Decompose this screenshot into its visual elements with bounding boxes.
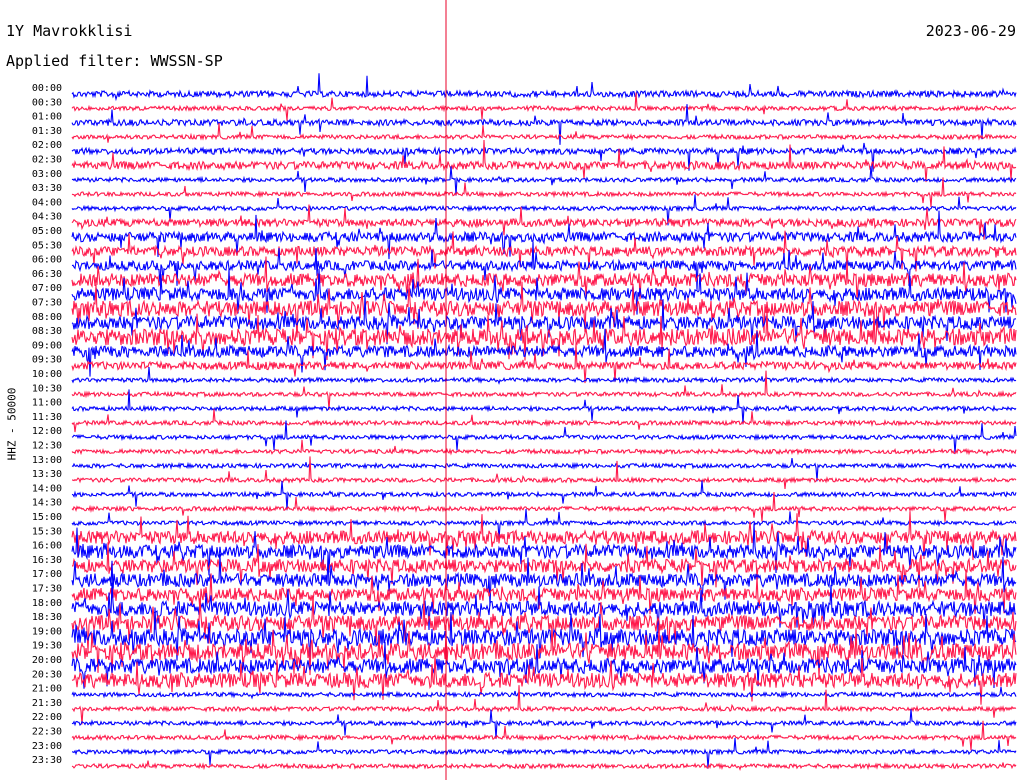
trace-line-1300	[71, 458, 1017, 482]
time-label-0600: 06:00	[32, 255, 62, 266]
time-label-2100: 21:00	[32, 684, 62, 695]
trace-line-2130	[71, 685, 1017, 725]
time-label-1800: 18:00	[32, 598, 62, 609]
trace-line-1900	[71, 607, 1017, 661]
time-label-0130: 01:30	[32, 126, 62, 137]
time-label-2230: 22:30	[32, 727, 62, 738]
time-label-0930: 09:30	[32, 355, 62, 366]
time-label-0400: 04:00	[32, 197, 62, 208]
trace-line-0000	[71, 73, 1017, 102]
time-label-0330: 03:30	[32, 183, 62, 194]
time-label-2300: 23:00	[32, 741, 62, 752]
time-label-1830: 18:30	[32, 612, 62, 623]
trace-line-2330	[71, 760, 1017, 771]
time-label-1700: 17:00	[32, 569, 62, 580]
time-label-0830: 08:30	[32, 326, 62, 337]
time-label-1500: 15:00	[32, 512, 62, 523]
time-label-0230: 02:30	[32, 155, 62, 166]
time-label-2030: 20:30	[32, 669, 62, 680]
trace-line-0330	[71, 177, 1017, 207]
time-label-1200: 12:00	[32, 426, 62, 437]
time-label-1400: 14:00	[32, 483, 62, 494]
time-label-1730: 17:30	[32, 584, 62, 595]
time-label-0430: 04:30	[32, 212, 62, 223]
time-label-1330: 13:30	[32, 469, 62, 480]
time-label-0730: 07:30	[32, 298, 62, 309]
trace-line-1130	[71, 408, 1017, 433]
time-label-2330: 23:30	[32, 755, 62, 766]
trace-line-2200	[71, 709, 1017, 740]
trace-line-2100	[71, 686, 1017, 700]
time-label-1600: 16:00	[32, 541, 62, 552]
time-label-2000: 20:00	[32, 655, 62, 666]
time-label-1300: 13:00	[32, 455, 62, 466]
trace-line-0230	[71, 139, 1017, 183]
time-label-0630: 06:30	[32, 269, 62, 280]
time-label-0700: 07:00	[32, 283, 62, 294]
trace-line-0130	[71, 122, 1017, 143]
trace-line-0300	[71, 165, 1017, 196]
trace-line-0030	[71, 92, 1017, 121]
time-label-0100: 01:00	[32, 112, 62, 123]
time-label-0200: 02:00	[32, 140, 62, 151]
trace-line-1030	[71, 370, 1017, 410]
trace-line-1230	[71, 439, 1017, 457]
time-label-2200: 22:00	[32, 712, 62, 723]
time-label-1430: 14:30	[32, 498, 62, 509]
time-label-group: 00:00 00:30 01:00 01:30 02:00 02:30 03:00 03:30…	[32, 83, 62, 766]
trace-line-1430	[71, 491, 1017, 522]
helicorder-plot: 00:00 00:30 01:00 01:30 02:00 02:30 03:00 03:30…	[32, 0, 1017, 780]
time-label-1030: 10:30	[32, 383, 62, 394]
time-label-1900: 19:00	[32, 626, 62, 637]
time-label-0030: 00:30	[32, 97, 62, 108]
time-label-1930: 19:30	[32, 641, 62, 652]
time-label-0900: 09:00	[32, 340, 62, 351]
time-label-1530: 15:30	[32, 526, 62, 537]
time-label-0300: 03:00	[32, 169, 62, 180]
time-label-1630: 16:30	[32, 555, 62, 566]
time-label-0500: 05:00	[32, 226, 62, 237]
trace-line-2230	[71, 720, 1017, 751]
time-label-1000: 10:00	[32, 369, 62, 380]
time-label-0800: 08:00	[32, 312, 62, 323]
time-label-0530: 05:30	[32, 240, 62, 251]
time-label-0000: 00:00	[32, 83, 62, 94]
trace-line-2300	[71, 737, 1017, 769]
trace-group	[71, 73, 1017, 771]
time-label-1230: 12:30	[32, 441, 62, 452]
trace-line-1330	[72, 456, 1017, 489]
trace-line-1200	[71, 420, 1017, 455]
time-label-1100: 11:00	[32, 398, 62, 409]
time-label-2130: 21:30	[32, 698, 62, 709]
trace-line-1400	[71, 480, 1017, 511]
time-label-1130: 11:30	[32, 412, 62, 423]
